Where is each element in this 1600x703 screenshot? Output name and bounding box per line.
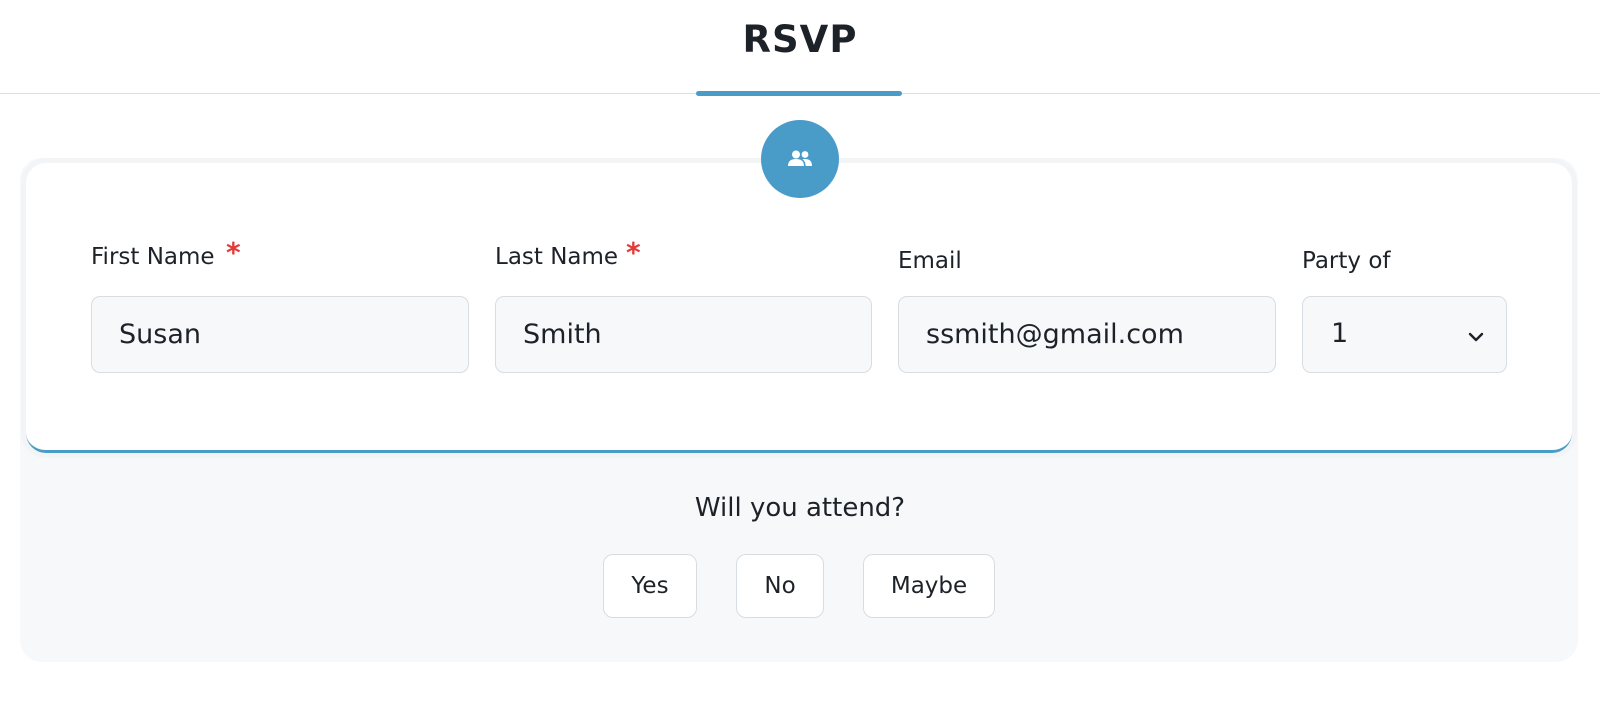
party-size-label: Party of: [1302, 248, 1391, 274]
users-icon: [761, 120, 839, 198]
email-input[interactable]: [898, 296, 1276, 373]
page-title: RSVP: [742, 18, 858, 61]
last-name-input[interactable]: [495, 296, 872, 373]
first-name-input[interactable]: [91, 296, 469, 373]
active-tab-indicator: [696, 91, 902, 96]
email-label: Email: [898, 248, 962, 274]
first-name-label: First Name: [91, 244, 215, 270]
party-size-value: 1: [1331, 318, 1349, 349]
attend-no-button[interactable]: No: [736, 554, 824, 618]
party-size-select[interactable]: 1: [1302, 296, 1507, 373]
last-name-label: Last Name: [495, 244, 619, 270]
attendance-question: Will you attend?: [694, 493, 906, 523]
chevron-down-icon: [1468, 327, 1484, 346]
page-header: RSVP: [0, 0, 1600, 96]
last-name-required-mark: *: [626, 236, 641, 269]
first-name-required-mark: *: [226, 236, 241, 269]
attend-maybe-button[interactable]: Maybe: [863, 554, 995, 618]
attend-yes-button[interactable]: Yes: [603, 554, 697, 618]
